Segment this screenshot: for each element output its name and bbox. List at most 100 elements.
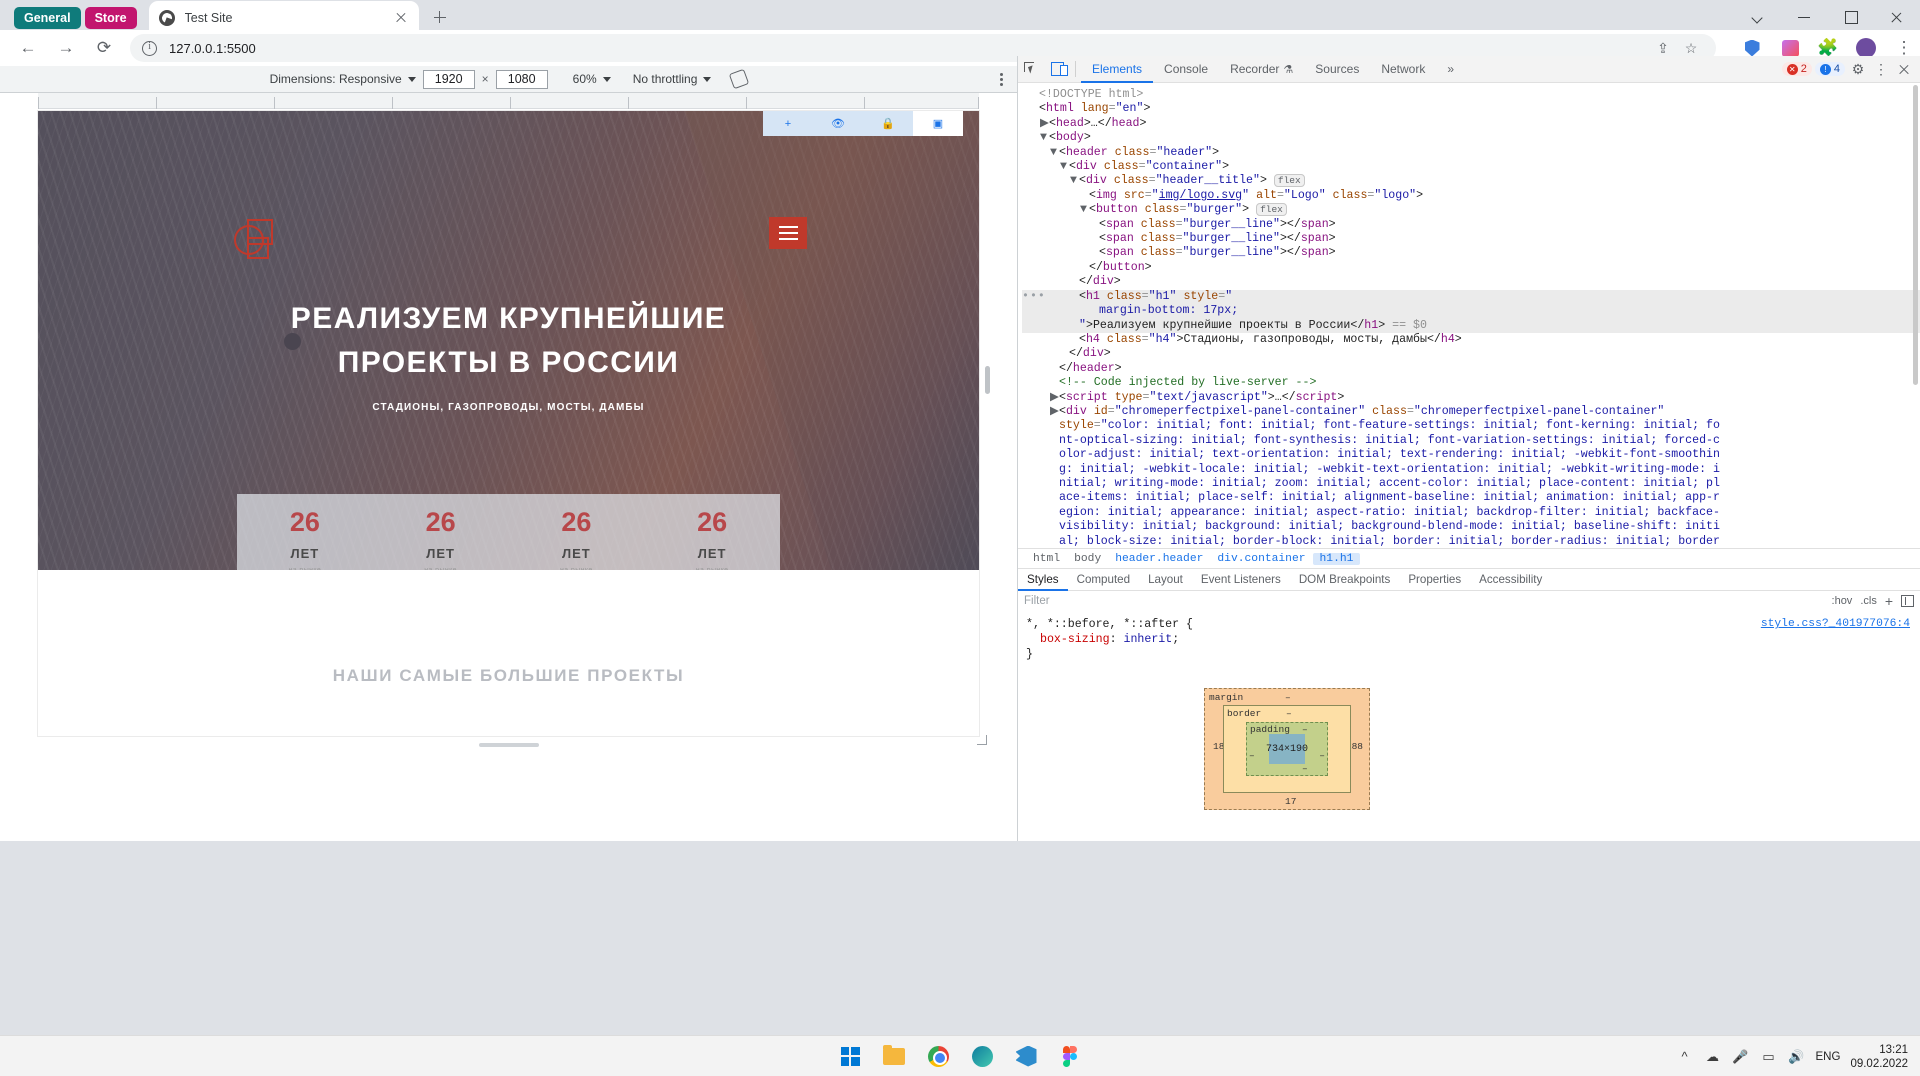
expand-arrow-icon[interactable]: ▶ bbox=[1050, 405, 1059, 419]
collapse-arrow-icon[interactable]: ▼ bbox=[1060, 160, 1069, 174]
pinned-tab-store[interactable]: Store bbox=[84, 7, 137, 29]
breadcrumb-item[interactable]: body bbox=[1067, 553, 1108, 565]
dom-tree-line[interactable]: ••• <h1 class="h1" style=" bbox=[1022, 289, 1920, 305]
styles-tab-event-listeners[interactable]: Event Listeners bbox=[1192, 569, 1290, 591]
warning-count-badge[interactable]: ! 4 bbox=[1814, 62, 1845, 76]
collapse-arrow-icon[interactable]: ▼ bbox=[1070, 174, 1079, 188]
rotate-device-icon[interactable] bbox=[729, 68, 750, 90]
dom-tree-line[interactable]: ▶<script type="text/javascript">…</scrip… bbox=[1022, 391, 1920, 405]
css-property-value[interactable]: inherit bbox=[1124, 633, 1173, 646]
dom-tree-line[interactable]: ace-items: initial; place-self: initial;… bbox=[1022, 491, 1920, 505]
volume-icon[interactable]: 🔊 bbox=[1788, 1049, 1806, 1065]
vscode-icon[interactable] bbox=[1013, 1043, 1039, 1069]
dom-tree-line[interactable]: ▼ <div class="header__title"> flex bbox=[1022, 174, 1920, 188]
styles-tab-layout[interactable]: Layout bbox=[1139, 569, 1192, 591]
dom-tree-line[interactable]: style="color: initial; font: initial; fo… bbox=[1022, 419, 1920, 433]
dom-tree-line[interactable]: ">Реализуем крупнейшие проекты в России<… bbox=[1022, 318, 1920, 333]
breadcrumb-item[interactable]: h1.h1 bbox=[1312, 552, 1361, 565]
stylesheet-source-link[interactable]: style.css?_401977076:4 bbox=[1761, 617, 1910, 632]
dom-tree-line[interactable]: ▶<div id="chromeperfectpixel-panel-conta… bbox=[1022, 405, 1920, 419]
tab-sources[interactable]: Sources bbox=[1304, 56, 1370, 83]
microphone-icon[interactable]: 🎤 bbox=[1732, 1049, 1750, 1065]
breadcrumb-item[interactable]: html bbox=[1026, 553, 1067, 565]
viewport-width-input[interactable]: 1920 bbox=[422, 69, 475, 89]
back-icon[interactable]: ← bbox=[12, 32, 44, 64]
tab-network[interactable]: Network bbox=[1370, 56, 1436, 83]
dom-tree-line[interactable]: ▶<head>…</head> bbox=[1022, 117, 1920, 131]
dom-tree-line[interactable]: ▼ <header class="header"> bbox=[1022, 146, 1920, 160]
dom-tree-line[interactable]: <span class="burger__line"></span> bbox=[1022, 218, 1920, 232]
dom-tree-line[interactable]: </header> bbox=[1022, 362, 1920, 376]
breadcrumb-item[interactable]: div.container bbox=[1210, 553, 1312, 565]
box-model-margin-bottom[interactable]: 17 bbox=[1285, 796, 1296, 807]
figma-icon[interactable] bbox=[1057, 1043, 1083, 1069]
box-model-content-box[interactable]: 734×190 bbox=[1266, 734, 1308, 764]
box-model-padding-left[interactable]: – bbox=[1249, 750, 1255, 761]
toggle-sidebar-icon[interactable] bbox=[1901, 595, 1914, 607]
expand-arrow-icon[interactable]: ▶ bbox=[1050, 391, 1059, 405]
info-circle-icon[interactable] bbox=[142, 40, 157, 56]
language-indicator[interactable]: ENG bbox=[1816, 1051, 1841, 1063]
breadcrumb-item[interactable]: header.header bbox=[1108, 553, 1210, 565]
dom-tree-line[interactable]: </div> bbox=[1022, 275, 1920, 289]
battery-icon[interactable]: ▭ bbox=[1760, 1049, 1778, 1065]
expand-arrow-icon[interactable]: ▶ bbox=[1040, 117, 1049, 131]
windows-start-icon[interactable] bbox=[837, 1043, 863, 1069]
tab-recorder[interactable]: Recorder ⚗ bbox=[1219, 56, 1304, 83]
class-button[interactable]: .cls bbox=[1860, 595, 1877, 607]
viewport-height-input[interactable]: 1080 bbox=[495, 69, 548, 89]
kebab-menu-icon[interactable]: ⋮ bbox=[1871, 59, 1891, 79]
viewport-resize-corner[interactable] bbox=[975, 733, 989, 747]
dom-tree-line[interactable]: g: initial; -webkit-locale: initial; -we… bbox=[1022, 463, 1920, 477]
minimize-icon[interactable] bbox=[1782, 0, 1828, 34]
dom-tree-line[interactable]: nt-optical-sizing: initial; font-synthes… bbox=[1022, 434, 1920, 448]
inspect-element-icon[interactable] bbox=[1018, 58, 1044, 80]
dom-tree-line[interactable]: <!DOCTYPE html> bbox=[1022, 88, 1920, 102]
dom-tree-line[interactable]: visibility: initial; background: initial… bbox=[1022, 520, 1920, 534]
css-declaration[interactable]: box-sizing: inherit; bbox=[1026, 632, 1912, 647]
box-model-border-top[interactable]: – bbox=[1286, 708, 1292, 719]
dom-tree-line[interactable]: <html lang="en"> bbox=[1022, 102, 1920, 116]
more-tabs-button[interactable]: » bbox=[1436, 56, 1465, 83]
edge-icon[interactable] bbox=[969, 1043, 995, 1069]
styles-tab-dom-breakpoints[interactable]: DOM Breakpoints bbox=[1290, 569, 1400, 591]
viewport-resize-handle[interactable] bbox=[479, 743, 539, 747]
collapse-arrow-icon[interactable]: ▼ bbox=[1040, 131, 1049, 145]
collapse-arrow-icon[interactable]: ▼ bbox=[1080, 203, 1089, 217]
gear-icon[interactable]: ⚙ bbox=[1848, 59, 1868, 79]
site-logo[interactable] bbox=[234, 219, 278, 263]
dom-tree-line[interactable]: ▼ <div class="container"> bbox=[1022, 160, 1920, 174]
dom-tree-scrollbar[interactable] bbox=[1913, 85, 1918, 385]
error-count-badge[interactable]: ✕ 2 bbox=[1781, 62, 1812, 76]
device-toolbar-icon[interactable] bbox=[1044, 58, 1070, 80]
box-model-margin-top[interactable]: – bbox=[1285, 692, 1291, 703]
zoom-dropdown[interactable]: 60% bbox=[573, 72, 611, 86]
pinned-tab-general[interactable]: General bbox=[14, 7, 81, 29]
cloud-icon[interactable]: ☁ bbox=[1704, 1049, 1722, 1065]
reload-icon[interactable]: ⟳ bbox=[88, 32, 120, 64]
styles-tab-properties[interactable]: Properties bbox=[1399, 569, 1470, 591]
panel-icon[interactable]: ▣ bbox=[913, 111, 963, 136]
eye-icon[interactable]: 👁 bbox=[813, 111, 863, 136]
tab-elements[interactable]: Elements bbox=[1081, 56, 1154, 83]
dom-tree[interactable]: <!DOCTYPE html> <html lang="en"> ▶<head>…<… bbox=[1018, 83, 1920, 548]
dom-tree-line[interactable]: al; block-size: initial; border-block: i… bbox=[1022, 535, 1920, 548]
dom-tree-line[interactable]: <h4 class="h4">Стадионы, газопроводы, мо… bbox=[1022, 333, 1920, 347]
chevron-down-icon[interactable] bbox=[1736, 0, 1782, 34]
clock[interactable]: 13:21 09.02.2022 bbox=[1850, 1043, 1908, 1071]
dom-tree-line[interactable]: olor-adjust: initial; text-orientation: … bbox=[1022, 448, 1920, 462]
filter-input[interactable]: Filter bbox=[1024, 595, 1050, 607]
maximize-icon[interactable] bbox=[1828, 0, 1874, 34]
element-more-icon[interactable]: ••• bbox=[1022, 290, 1046, 304]
dom-tree-line[interactable]: margin-bottom: 17px; bbox=[1022, 304, 1920, 319]
close-devtools-icon[interactable] bbox=[1894, 59, 1914, 79]
dom-tree-line[interactable]: </button> bbox=[1022, 261, 1920, 275]
forward-icon[interactable]: → bbox=[50, 32, 82, 64]
chrome-icon[interactable] bbox=[925, 1043, 951, 1069]
hover-state-button[interactable]: :hov bbox=[1832, 595, 1853, 607]
close-icon[interactable] bbox=[393, 10, 409, 26]
styles-tab-computed[interactable]: Computed bbox=[1068, 569, 1140, 591]
lock-icon[interactable]: 🔒 bbox=[863, 111, 913, 136]
close-window-icon[interactable] bbox=[1874, 0, 1920, 34]
plus-icon[interactable]: + bbox=[763, 111, 813, 136]
